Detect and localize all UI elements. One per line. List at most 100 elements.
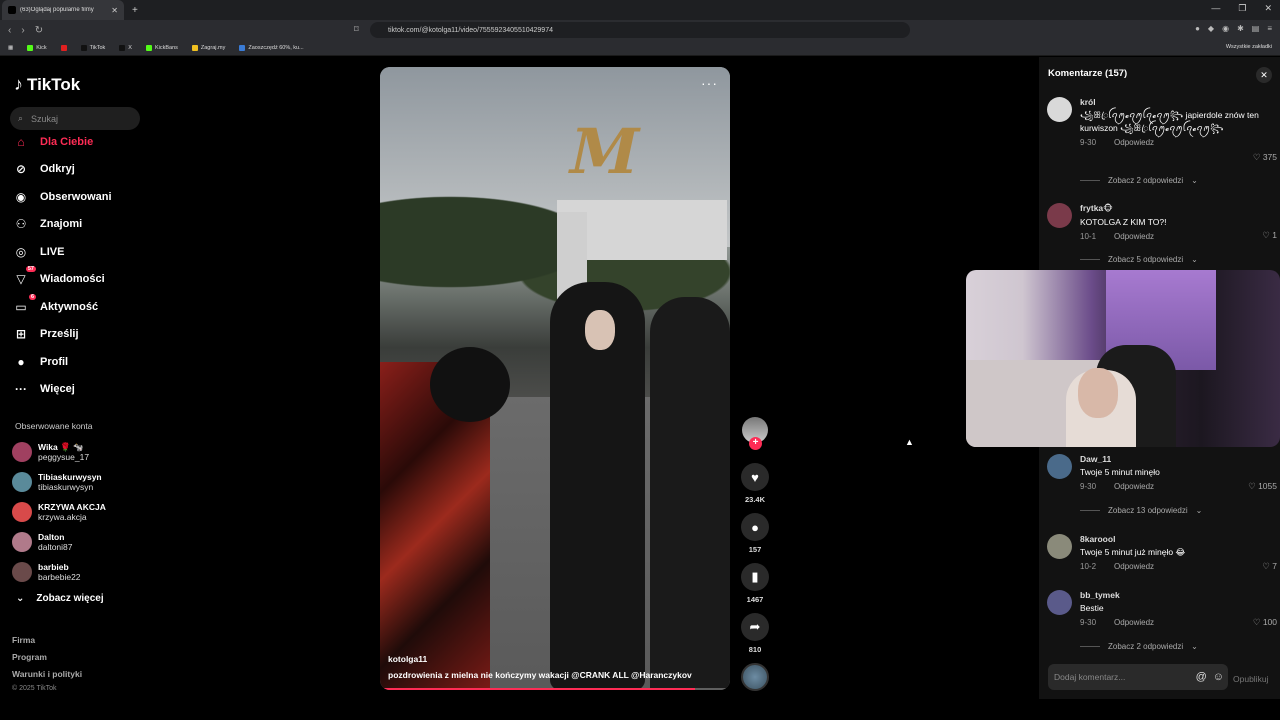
like-button[interactable]: ♥ <box>741 463 769 491</box>
bookmark-item[interactable]: Kick <box>27 44 47 51</box>
avatar[interactable] <box>1047 590 1072 615</box>
bookmark-icon: ▮ <box>751 569 759 584</box>
minimize-icon[interactable]: — <box>1211 3 1220 14</box>
followed-account[interactable]: barbieb barbebie22 <box>12 562 81 582</box>
emoji-icon[interactable]: ☺ <box>1213 671 1224 683</box>
comment-input[interactable]: Dodaj komentarz... @ ☺ <box>1048 664 1228 690</box>
sidebar-icon[interactable]: ▤ <box>1252 24 1260 33</box>
comment-like-button[interactable]: ♡ 1 <box>1262 230 1277 241</box>
live-icon: ◎ <box>15 245 27 259</box>
video-username[interactable]: kotolga11 <box>388 654 427 664</box>
browser-tab[interactable]: (63)Oglądaj popularne filmy ✕ <box>2 0 124 20</box>
nav-label: Dla Ciebie <box>40 136 94 148</box>
comment-user[interactable]: bb_tymek <box>1080 590 1275 600</box>
bookmark-item[interactable] <box>60 44 67 51</box>
close-tab-icon[interactable]: ✕ <box>111 6 118 15</box>
bookmark-item[interactable]: KickBans <box>145 44 178 51</box>
comment-like-button[interactable]: ♡ 375 <box>1253 152 1277 163</box>
back-icon[interactable]: ‹ <box>8 25 11 36</box>
extension-icon[interactable]: ● <box>1195 24 1200 33</box>
puzzle-icon[interactable]: ✱ <box>1237 24 1244 33</box>
extension-icon[interactable]: ◉ <box>1222 24 1229 33</box>
nav-messages[interactable]: ▽ 57 Wiadomości <box>12 266 105 289</box>
reply-button[interactable]: Odpowiedz <box>1114 482 1154 491</box>
bookmark-favicon-icon <box>27 44 34 51</box>
share-button[interactable]: ➦ <box>741 613 769 641</box>
bookmark-item[interactable]: Zagraj.my <box>191 44 225 51</box>
footer-link[interactable]: Warunki i polityki <box>12 669 82 679</box>
reload-icon[interactable]: ↻ <box>35 25 43 36</box>
nav-activity[interactable]: ▭ 6 Aktywność <box>12 294 98 317</box>
tiktok-logo[interactable]: ♪ TikTok <box>14 74 80 95</box>
followed-account[interactable]: KRZYWA AKCJA krzywa.akcja <box>12 502 106 522</box>
music-disc-icon[interactable] <box>741 663 769 691</box>
search-input[interactable]: ⌕ Szukaj <box>10 107 140 130</box>
browser-toolbar: ‹ › ↻ ⌑ tiktok.com/@kotolga11/video/7555… <box>0 20 1280 40</box>
post-comment-button[interactable]: Opublikuj <box>1233 674 1268 684</box>
view-replies-button[interactable]: Zobacz 2 odpowiedzi ⌄ <box>1080 642 1198 651</box>
comment-user[interactable]: król <box>1080 97 1275 107</box>
bookmark-page-icon[interactable]: ⌑ <box>354 24 359 35</box>
all-bookmarks[interactable]: Wszystkie zakładki <box>1226 44 1272 50</box>
nav-more[interactable]: ··· Więcej <box>12 379 75 399</box>
comment-user[interactable]: frytka🐵 <box>1080 203 1275 214</box>
nav-explore[interactable]: ⊘ Odkryj <box>12 159 75 179</box>
new-tab-icon[interactable]: + <box>132 5 138 16</box>
reply-button[interactable]: Odpowiedz <box>1114 232 1154 241</box>
nav-following[interactable]: ◉ Obserwowani <box>12 187 112 207</box>
footer-link[interactable]: Program <box>12 652 47 662</box>
tiktok-page: ♪ TikTok ⌕ Szukaj ⌂ Dla Ciebie ⊘ Odkryj … <box>0 57 1280 720</box>
view-replies-button[interactable]: Zobacz 13 odpowiedzi ⌄ <box>1080 506 1202 515</box>
reply-button[interactable]: Odpowiedz <box>1114 562 1154 571</box>
see-more-button[interactable]: ⌄ Zobacz więcej <box>16 593 104 604</box>
forward-icon[interactable]: › <box>21 25 24 36</box>
avatar[interactable] <box>1047 454 1072 479</box>
video-player[interactable]: M ··· kotolga11 pozdrowienia z mielna ni… <box>380 67 730 690</box>
url-field[interactable]: tiktok.com/@kotolga11/video/755592340551… <box>370 22 910 38</box>
comment-text: Twoje 5 minut już minęło 😂 <box>1080 547 1186 557</box>
comment-icon: ● <box>751 519 759 535</box>
bookmark-label: Zaoszczędź 60%, ku... <box>248 44 304 51</box>
close-window-icon[interactable]: ✕ <box>1264 3 1272 14</box>
followed-account[interactable]: Dalton daltoni87 <box>12 532 73 552</box>
avatar[interactable] <box>1047 97 1072 122</box>
comment-like-button[interactable]: ♡ 100 <box>1253 617 1277 628</box>
footer-link[interactable]: Firma <box>12 635 35 645</box>
bookmark-item[interactable]: TikTok <box>80 44 105 51</box>
heart-outline-icon: ♡ <box>1262 561 1270 571</box>
restore-icon[interactable]: ❐ <box>1238 3 1246 14</box>
mention-icon[interactable]: @ <box>1196 671 1207 683</box>
reply-button[interactable]: Odpowiedz <box>1114 138 1154 147</box>
close-comments-icon[interactable]: ✕ <box>1256 67 1272 83</box>
nav-upload[interactable]: ⊞ Prześlij <box>12 324 79 344</box>
replies-line <box>1080 259 1100 260</box>
bookmark-item[interactable]: X <box>119 44 132 51</box>
followed-account[interactable]: Wika 🌹 🐄 peggysue_17 <box>12 442 89 462</box>
nav-for-you[interactable]: ⌂ Dla Ciebie <box>12 132 93 152</box>
more-options-icon[interactable]: ··· <box>701 75 718 91</box>
save-button[interactable]: ▮ <box>741 563 769 591</box>
nav-live[interactable]: ◎ LIVE <box>12 242 65 262</box>
view-replies-button[interactable]: Zobacz 5 odpowiedzi ⌄ <box>1080 255 1198 264</box>
apps-icon[interactable]: ▦ <box>8 45 13 51</box>
comment-button[interactable]: ● <box>741 513 769 541</box>
reply-button[interactable]: Odpowiedz <box>1114 618 1154 627</box>
menu-icon[interactable]: ≡ <box>1267 24 1272 33</box>
creator-avatar[interactable]: + <box>742 417 768 450</box>
comment-like-button[interactable]: ♡ 7 <box>1262 561 1277 572</box>
comment-user[interactable]: 8karoool <box>1080 534 1275 544</box>
replies-line <box>1080 646 1100 647</box>
comment-like-button[interactable]: ♡ 1055 <box>1248 481 1277 492</box>
avatar[interactable] <box>1047 203 1072 228</box>
bookmark-item[interactable]: Zaoszczędź 60%, ku... <box>239 44 304 51</box>
nav-profile[interactable]: ● Profil <box>12 352 68 372</box>
nav-label: LIVE <box>40 246 65 258</box>
extension-icon[interactable]: ◆ <box>1208 24 1214 33</box>
view-replies-button[interactable]: Zobacz 2 odpowiedzi ⌄ <box>1080 176 1198 185</box>
video-progress-bar[interactable] <box>380 688 730 690</box>
avatar[interactable] <box>1047 534 1072 559</box>
comment-user[interactable]: Daw_11 <box>1080 454 1275 464</box>
follow-plus-icon[interactable]: + <box>749 437 762 450</box>
followed-account[interactable]: Tibiaskurwysyn tibiaskurwysyn <box>12 472 102 492</box>
nav-friends[interactable]: ⚇ Znajomi <box>12 214 83 234</box>
